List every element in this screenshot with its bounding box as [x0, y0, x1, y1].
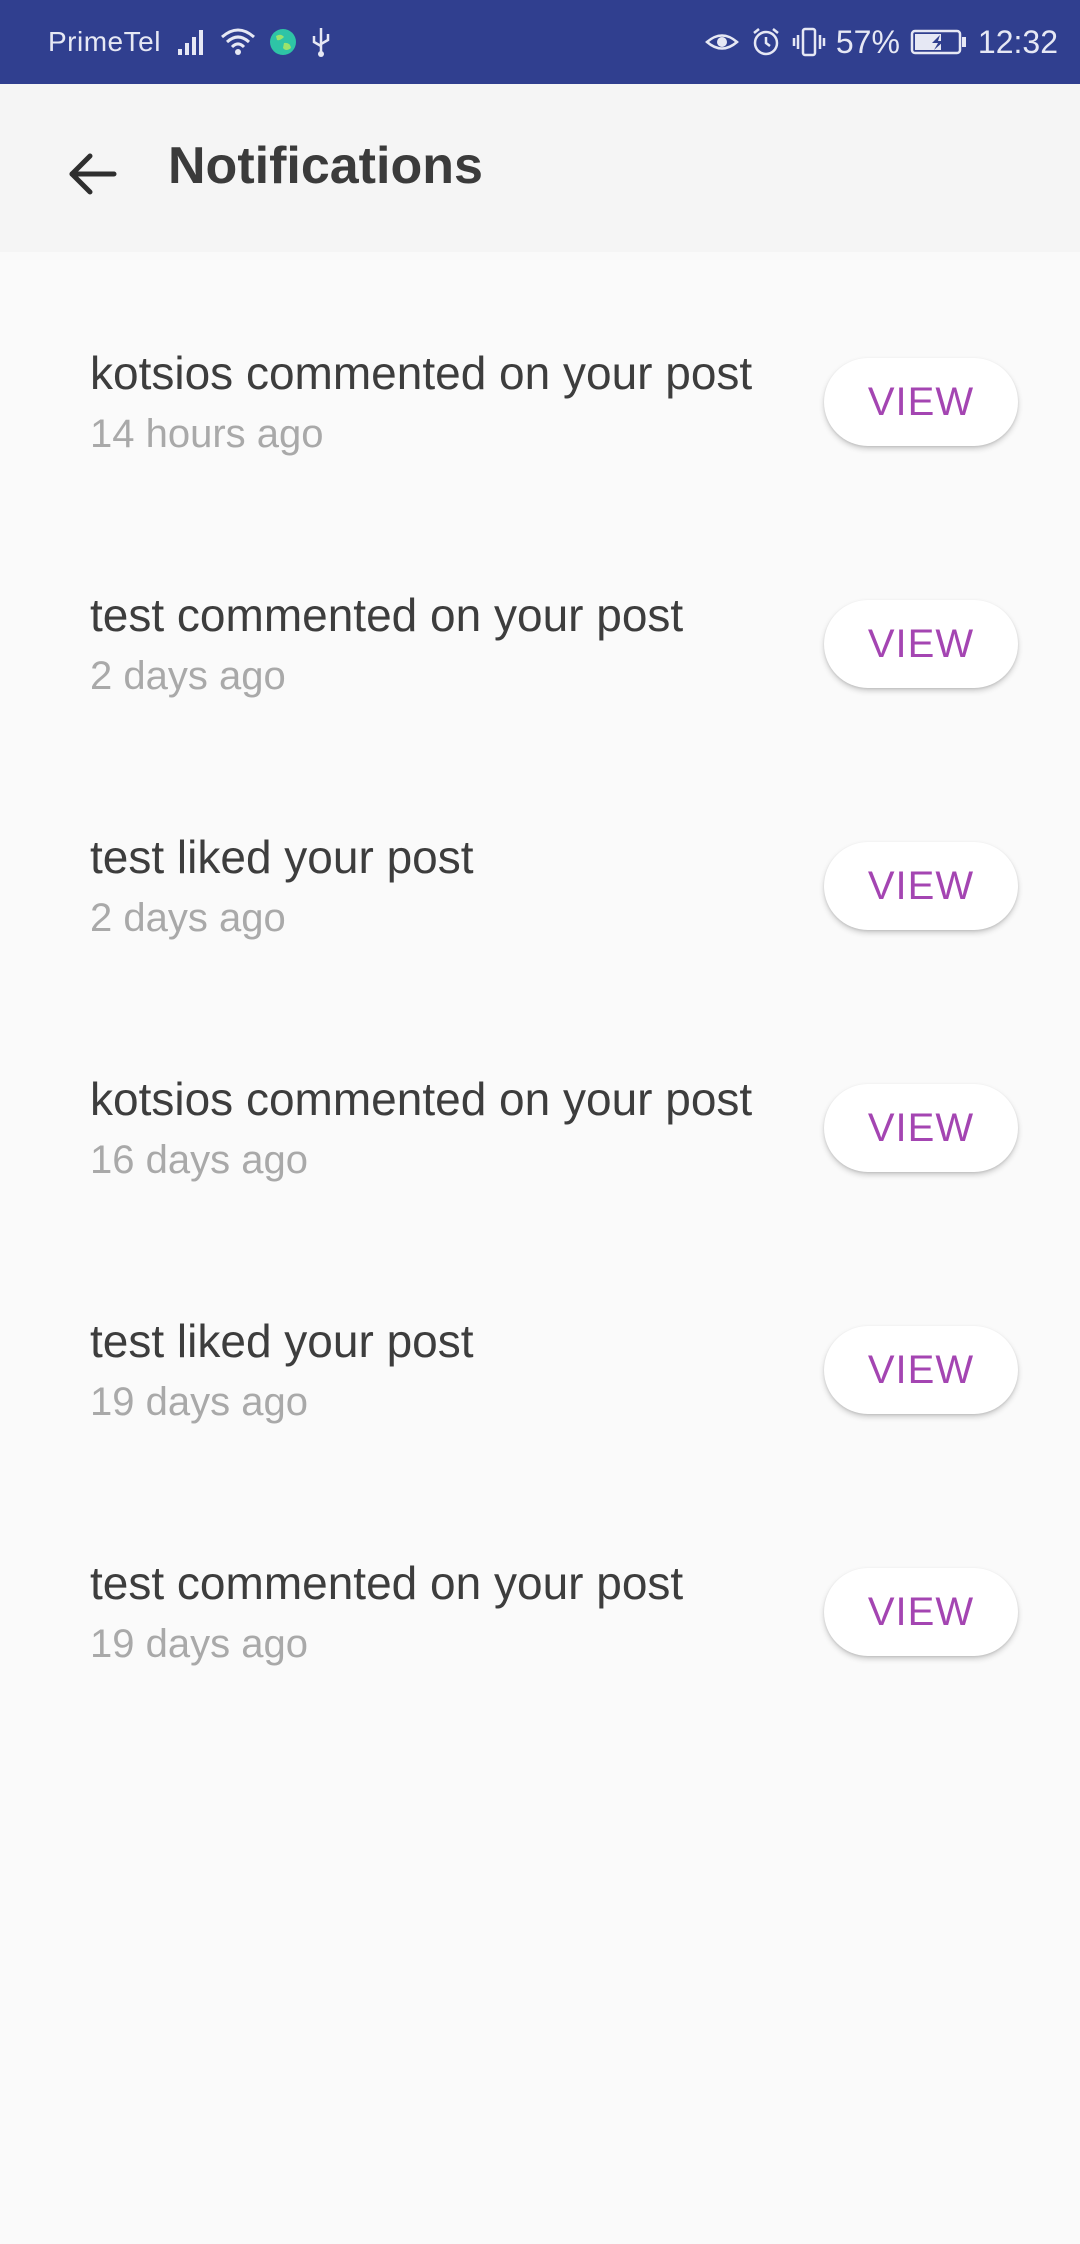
- view-button[interactable]: VIEW: [824, 1568, 1018, 1656]
- app-bar: Notifications: [0, 84, 1080, 252]
- notification-text: kotsios commented on your post: [90, 1073, 753, 1125]
- view-button[interactable]: VIEW: [824, 600, 1018, 688]
- list-item: kotsios commented on your post 16 days a…: [0, 978, 1080, 1220]
- view-button[interactable]: VIEW: [824, 1326, 1018, 1414]
- back-button[interactable]: [50, 134, 134, 218]
- clock-time: 12:32: [977, 23, 1058, 60]
- wifi-icon: [220, 27, 256, 57]
- status-bar: PrimeTel 57% 12:32: [0, 0, 1080, 84]
- list-item: test liked your post 19 days ago VIEW: [0, 1220, 1080, 1462]
- notification-time: 2 days ago: [90, 896, 286, 940]
- notification-text: test liked your post: [90, 831, 474, 883]
- usb-icon: [310, 26, 332, 58]
- notification-time: 19 days ago: [90, 1380, 308, 1424]
- eye-icon: [704, 27, 740, 57]
- signal-icon: [176, 27, 208, 57]
- notification-text: test liked your post: [90, 1315, 474, 1367]
- notification-text: kotsios commented on your post: [90, 347, 753, 399]
- battery-icon: [910, 27, 968, 57]
- status-right-icons: 57% 12:32: [704, 20, 1058, 64]
- notification-time: 2 days ago: [90, 654, 286, 698]
- view-button[interactable]: VIEW: [824, 842, 1018, 930]
- list-item: test liked your post 2 days ago VIEW: [0, 736, 1080, 978]
- view-button[interactable]: VIEW: [824, 358, 1018, 446]
- status-left-icons: [176, 22, 332, 62]
- carrier-name: PrimeTel: [48, 26, 161, 57]
- list-item: test commented on your post 19 days ago …: [0, 1462, 1080, 1704]
- notification-time: 14 hours ago: [90, 412, 324, 456]
- vibrate-icon: [792, 26, 826, 58]
- list-item: kotsios commented on your post 14 hours …: [0, 252, 1080, 494]
- alarm-icon: [750, 26, 782, 58]
- globe-icon: [268, 27, 298, 57]
- notification-time: 19 days ago: [90, 1622, 308, 1666]
- view-button[interactable]: VIEW: [824, 1084, 1018, 1172]
- page-title: Notifications: [168, 137, 483, 195]
- battery-percent: 57%: [835, 23, 900, 60]
- notification-time: 16 days ago: [90, 1138, 308, 1182]
- notification-text: test commented on your post: [90, 1557, 684, 1609]
- list-item: test commented on your post 2 days ago V…: [0, 494, 1080, 736]
- notifications-list: kotsios commented on your post 14 hours …: [0, 252, 1080, 1704]
- arrow-back-icon: [64, 146, 120, 207]
- notification-text: test commented on your post: [90, 589, 684, 641]
